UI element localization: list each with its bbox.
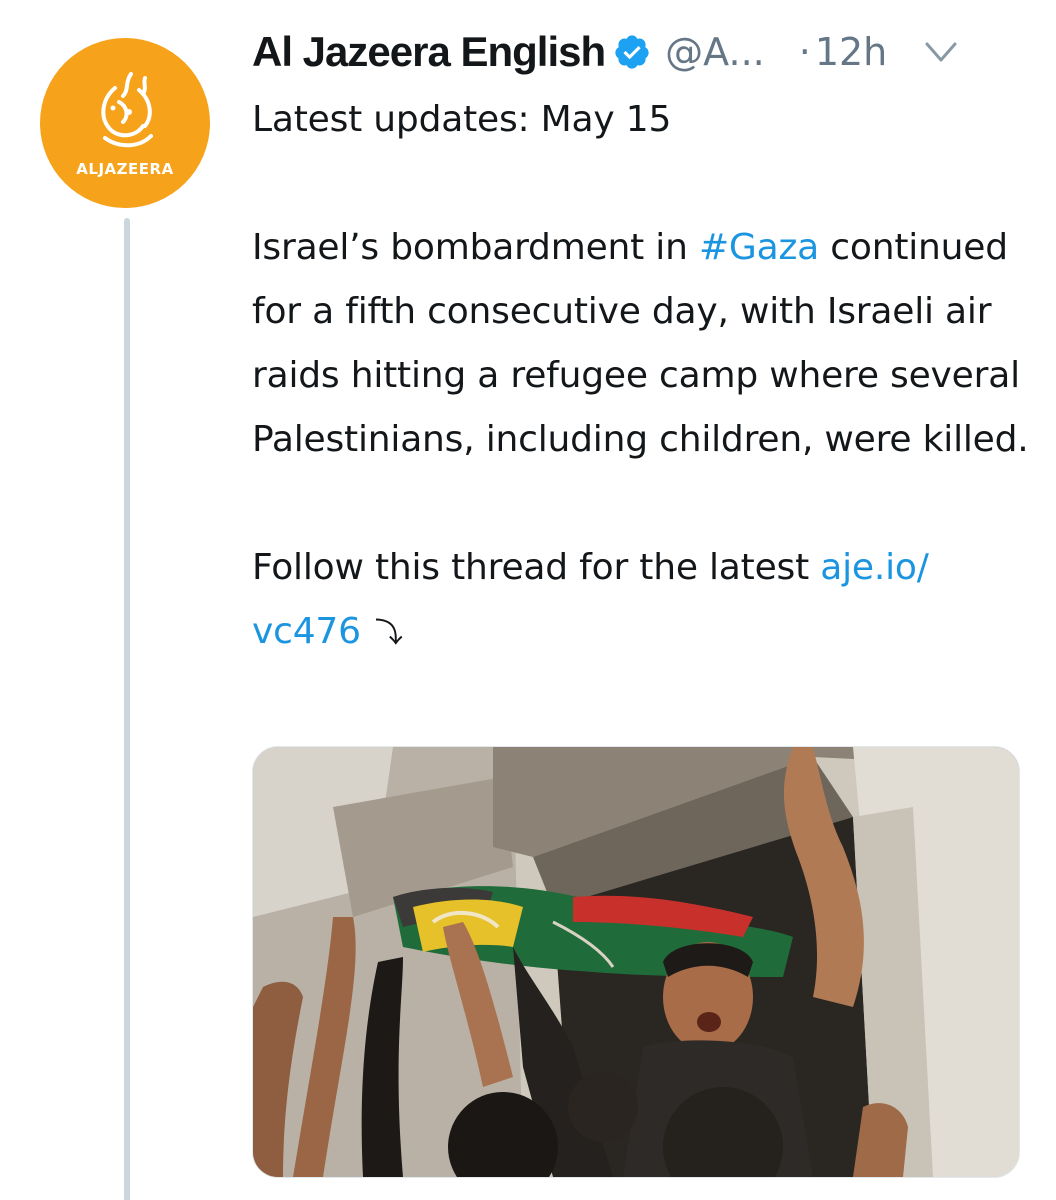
tweet-photo[interactable] <box>252 746 1020 1178</box>
body-pre: Israel’s bombardment in <box>252 227 699 268</box>
short-link-part2[interactable]: vc476 <box>252 611 361 652</box>
tweet-title-text: Latest updates: May 15 <box>252 99 672 140</box>
avatar[interactable]: ALJAZEERA <box>40 38 210 208</box>
separator-dot: · <box>798 30 811 74</box>
tweet-text: Latest updates: May 15 Israel’s bombardm… <box>252 88 1032 665</box>
chevron-down-icon[interactable] <box>921 32 961 72</box>
timestamp[interactable]: 12h <box>815 30 887 74</box>
tweet[interactable]: ALJAZEERA Al Jazeera English @A... · 12h… <box>0 0 1056 1200</box>
short-link-part1[interactable]: aje.io/ <box>820 547 929 588</box>
thread-line <box>124 218 130 1200</box>
follow-text: Follow this thread for the latest <box>252 547 821 588</box>
photo-illustration <box>253 747 1019 1177</box>
handle[interactable]: @A... <box>665 30 765 74</box>
display-name[interactable]: Al Jazeera English <box>252 28 606 76</box>
verified-badge-icon <box>615 35 649 69</box>
avatar-label: ALJAZEERA <box>76 160 174 178</box>
al-jazeera-logo-icon <box>101 72 153 148</box>
thread-arrow-icon: ⤵ <box>374 616 403 649</box>
hashtag-link[interactable]: #Gaza <box>699 227 819 268</box>
tweet-title: Latest updates: May 15 <box>252 88 1032 152</box>
follow-paragraph: Follow this thread for the latest aje.io… <box>252 536 1032 665</box>
tweet-header: Al Jazeera English @A... · 12h <box>252 22 1032 82</box>
tweet-paragraph: Israel’s bombardment in #Gaza continued … <box>252 216 1032 472</box>
